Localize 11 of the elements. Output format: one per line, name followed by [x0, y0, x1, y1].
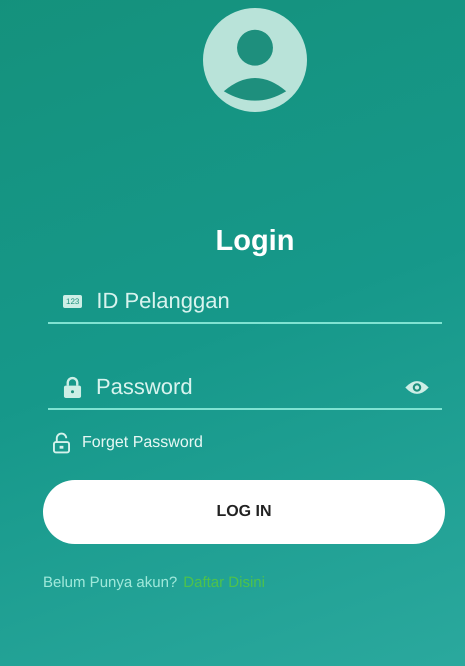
input-field[interactable]: Password: [96, 374, 390, 400]
user-avatar-icon: [203, 8, 307, 112]
numeric-icon: 123: [63, 294, 82, 308]
login-button[interactable]: LOG IN: [43, 480, 445, 544]
input-field[interactable]: ID Pelanggan: [96, 288, 442, 314]
eye-icon[interactable]: [404, 378, 430, 396]
signup-prompt: Belum Punya akun?: [43, 574, 178, 591]
login-title: Login: [214, 225, 296, 258]
unlocked-lock-icon: [53, 432, 70, 454]
forgot-password-link[interactable]: Forget Password: [82, 434, 203, 452]
lock-icon: [63, 376, 82, 398]
